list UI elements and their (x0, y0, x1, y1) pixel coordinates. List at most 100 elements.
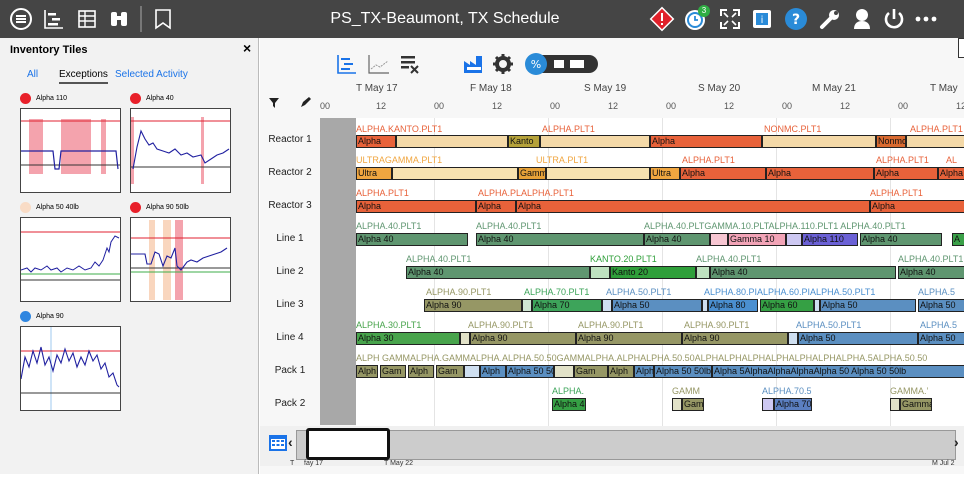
activity-bar[interactable]: Kanto 20 (610, 266, 696, 279)
activity-bar[interactable]: Gamma (900, 398, 932, 411)
activity-bar[interactable]: Alpha 80 (708, 299, 758, 312)
activity-bar[interactable]: Alpha 40 (476, 233, 644, 246)
gantt-view-icon[interactable] (336, 52, 358, 76)
factory-icon[interactable] (462, 52, 486, 76)
inventory-tile-alpha-40[interactable] (130, 108, 231, 193)
activity-bar[interactable]: Alph (356, 365, 378, 378)
activity-bar[interactable]: Ultra (650, 167, 680, 180)
activity-bar[interactable]: Alpha 50 (798, 332, 918, 345)
activity-bar[interactable]: Ultra (356, 167, 392, 180)
changeover-bar[interactable] (590, 266, 610, 279)
close-icon[interactable]: × (243, 40, 251, 56)
tab-all[interactable]: All (27, 69, 38, 80)
inventory-tile-alpha-90-50lb[interactable] (130, 217, 231, 302)
activity-bar[interactable]: Alpha 110 (802, 233, 858, 246)
tab-selected-activity[interactable]: Selected Activity (115, 69, 188, 80)
inventory-tile-alpha-50-40lb[interactable] (20, 217, 121, 302)
navigator-track[interactable] (296, 430, 956, 460)
activity-bar[interactable]: Alpha 50 (918, 299, 964, 312)
binoculars-icon[interactable] (106, 6, 132, 32)
pencil-icon[interactable] (300, 95, 312, 113)
activity-bar[interactable]: Alpha 70 (774, 398, 812, 411)
changeover-bar[interactable] (392, 167, 518, 180)
activity-bar[interactable]: Alpha (650, 135, 762, 148)
activity-bar[interactable]: Alph (480, 365, 506, 378)
warning-diamond-icon[interactable] (648, 5, 676, 33)
activity-bar[interactable]: Alpha (356, 135, 396, 148)
activity-bar[interactable]: Gam (380, 365, 406, 378)
activity-bar[interactable]: Alpha (476, 200, 516, 213)
navigator-window-handle[interactable] (306, 428, 390, 460)
fullscreen-icon[interactable] (716, 5, 744, 33)
activity-bar[interactable]: Gamm (518, 167, 546, 180)
activity-bar[interactable]: Alph (408, 365, 434, 378)
activity-bar[interactable]: Alph (608, 365, 634, 378)
activity-bar[interactable]: Alpha (766, 167, 874, 180)
activity-bar[interactable]: Alpha 40 (710, 266, 896, 279)
activity-bar[interactable]: Alpha (938, 167, 964, 180)
activity-bar[interactable]: Alpha (680, 167, 766, 180)
activity-bar[interactable]: Alph (634, 365, 654, 378)
activity-bar[interactable]: Alpha 40 (860, 233, 942, 246)
activity-bar[interactable]: Kanto (508, 135, 540, 148)
changeover-bar[interactable] (396, 135, 508, 148)
changeover-bar[interactable] (906, 135, 964, 148)
activity-bar[interactable]: Alpha (516, 200, 870, 213)
activity-bar[interactable]: Alpha 90 (576, 332, 682, 345)
info-card-icon[interactable]: i (748, 5, 776, 33)
gear-icon[interactable] (492, 52, 514, 76)
activity-bar[interactable]: Alpha 4 (552, 398, 586, 411)
changeover-bar[interactable] (546, 167, 650, 180)
inventory-tile-alpha-90[interactable] (20, 326, 121, 411)
activity-bar[interactable]: Alpha 90 (470, 332, 576, 345)
changeover-bar[interactable] (788, 332, 798, 345)
changeover-bar[interactable] (540, 135, 650, 148)
changeover-bar[interactable] (696, 266, 710, 279)
activity-bar[interactable]: Alpha (874, 167, 938, 180)
activity-bar[interactable]: Alpha 50 50lb (654, 365, 712, 378)
changeover-bar[interactable] (464, 365, 480, 378)
activity-bar[interactable]: Alpha 50 (820, 299, 916, 312)
changeover-bar[interactable] (762, 135, 876, 148)
more-icon[interactable] (912, 5, 940, 33)
changeover-bar[interactable] (786, 233, 802, 246)
activity-bar[interactable]: Alpha 40 (356, 233, 468, 246)
activity-bar[interactable]: Gam (574, 365, 608, 378)
activity-bar[interactable]: Alpha 40 (406, 266, 590, 279)
activity-bar[interactable]: Nonmc (876, 135, 906, 148)
activity-bar[interactable]: Alpha 40 (644, 233, 710, 246)
calendar-icon[interactable] (268, 432, 288, 457)
activity-bar[interactable]: Alpha 60 (760, 299, 814, 312)
changeover-bar[interactable] (890, 398, 900, 411)
clear-rows-icon[interactable] (398, 52, 422, 76)
panel-toggle-button[interactable] (958, 38, 964, 58)
changeover-bar[interactable] (554, 365, 574, 378)
changeover-bar[interactable] (602, 299, 612, 312)
changeover-bar[interactable] (762, 398, 774, 411)
activity-bar[interactable]: Alpha 50 (918, 332, 964, 345)
chevron-left-icon[interactable]: ‹ (288, 434, 293, 450)
inventory-tile-alpha-110[interactable] (20, 108, 121, 193)
table-icon[interactable] (74, 6, 100, 32)
percent-toggle[interactable]: % (524, 52, 600, 76)
activity-bar[interactable]: Alpha 40 (898, 266, 964, 279)
chart-line-icon[interactable] (366, 52, 392, 76)
changeover-bar[interactable] (522, 299, 532, 312)
wrench-icon[interactable] (816, 5, 844, 33)
activity-bar[interactable]: Alpha 90 (682, 332, 788, 345)
activity-bar[interactable]: Gam (436, 365, 464, 378)
activity-bar[interactable]: A (952, 233, 964, 246)
help-icon[interactable]: ? (782, 5, 810, 33)
clock-refresh-icon[interactable]: 3 (682, 5, 710, 33)
schedule-icon[interactable] (8, 6, 34, 32)
activity-bar[interactable]: Alpha 50 (612, 299, 702, 312)
changeover-bar[interactable] (710, 233, 728, 246)
changeover-bar[interactable] (460, 332, 470, 345)
activity-bar[interactable]: Alpha 30 (356, 332, 460, 345)
chevron-right-icon[interactable]: › (954, 434, 959, 450)
activity-bar[interactable]: Alpha 70 (532, 299, 602, 312)
changeover-bar[interactable] (672, 398, 682, 411)
gantt-icon[interactable] (41, 6, 67, 32)
activity-bar[interactable]: Alpha 50 50lb (506, 365, 554, 378)
power-icon[interactable] (880, 5, 908, 33)
